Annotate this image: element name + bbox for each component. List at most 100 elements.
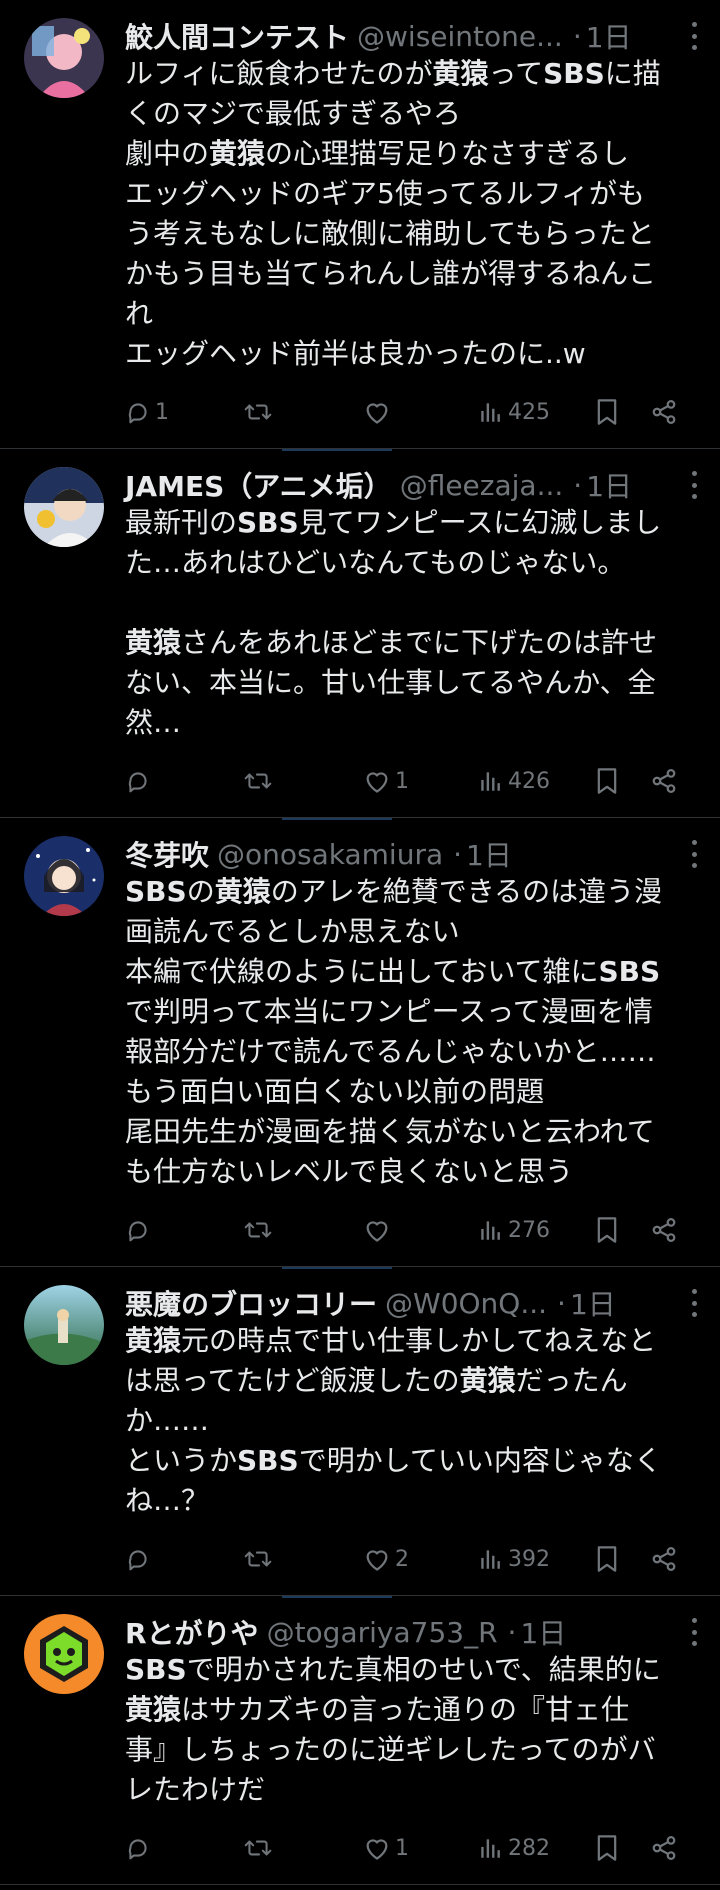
reply-icon xyxy=(125,768,151,794)
text-segment: さんをあれほどまでに下げたのは許せ xyxy=(181,626,658,659)
tweet-text-line: た…あれはひどいなんてものじゃない。 xyxy=(125,543,700,583)
author-name[interactable]: 冬芽吹 xyxy=(125,834,209,874)
text-segment: 尾田先生が漫画を描く気がないと云われて xyxy=(125,1115,655,1148)
separator-dot: · xyxy=(557,1286,566,1320)
tweet-text-line: 尾田先生が漫画を描く気がないと云われて xyxy=(125,1112,700,1152)
avatar[interactable] xyxy=(24,467,104,547)
bookmark-icon xyxy=(595,398,619,426)
tweet-text: 最新刊のSBS見てワンピースに幻滅しまし た…あれはひどいなんてものじゃない。 黄猿… xyxy=(125,503,700,743)
text-segment: ね…？ xyxy=(125,1484,210,1517)
retweet-button[interactable] xyxy=(243,1539,277,1579)
like-button[interactable] xyxy=(363,1210,395,1250)
bookmark-button[interactable] xyxy=(595,1828,619,1868)
share-button[interactable] xyxy=(650,1828,678,1868)
text-segment: 最新刊の xyxy=(125,506,238,539)
highlighted-keyword: 黄猿 xyxy=(125,626,182,659)
retweet-button[interactable] xyxy=(243,761,277,801)
text-segment: の心理描写足りなさすぎるし xyxy=(265,137,630,170)
avatar[interactable] xyxy=(24,1614,104,1694)
heart-icon xyxy=(363,768,391,794)
thread-indicator xyxy=(282,818,392,820)
share-icon xyxy=(650,1216,678,1244)
text-segment: 画読んでるとしか思えない xyxy=(125,915,460,948)
views-button[interactable]: 426 xyxy=(478,761,550,801)
like-button[interactable]: 2 xyxy=(363,1539,409,1579)
tweet-header: Rとがりや @togariya753_R · 1日 xyxy=(125,1612,700,1652)
like-button[interactable] xyxy=(363,392,395,432)
more-icon[interactable] xyxy=(690,1618,698,1646)
analytics-icon xyxy=(478,399,504,425)
tweet-text-line: SBSで明かされた真相のせいで、結果的に xyxy=(125,1650,700,1690)
timestamp[interactable]: 1日 xyxy=(570,1283,616,1323)
author-name[interactable]: 悪魔のブロッコリー xyxy=(125,1283,377,1323)
tweet-card[interactable]: 悪魔のブロッコリー @W0OnQ... · 1日 黄猿元の時点で甘い仕事しかしてねえなと… xyxy=(0,1267,720,1596)
timestamp[interactable]: 1日 xyxy=(466,834,512,874)
separator-dot: · xyxy=(453,837,463,871)
author-name[interactable]: 鮫人間コンテスト xyxy=(125,16,349,56)
more-icon[interactable] xyxy=(690,471,698,499)
retweet-button[interactable] xyxy=(243,392,277,432)
share-button[interactable] xyxy=(650,761,678,801)
author-handle[interactable]: @fleezaja... xyxy=(400,469,564,502)
views-button[interactable]: 392 xyxy=(478,1539,550,1579)
reply-button[interactable]: 1 xyxy=(125,392,169,432)
author-name[interactable]: JAMES（アニメ垢） xyxy=(125,465,392,505)
share-icon xyxy=(650,767,678,795)
bookmark-button[interactable] xyxy=(595,761,619,801)
views-button[interactable]: 276 xyxy=(478,1210,550,1250)
highlighted-keyword: 黄猿 xyxy=(125,1324,182,1357)
retweet-button[interactable] xyxy=(243,1210,277,1250)
tweet-card[interactable]: JAMES（アニメ垢） @fleezaja... · 1日 最新刊のSBS見てワンピース… xyxy=(0,449,720,818)
tweet-card[interactable]: Rとがりや @togariya753_R · 1日 SBSで明かされた真相のせいで、結果… xyxy=(0,1596,720,1885)
tweet-text-line: ない、本当に。甘い仕事してるやんか、全 xyxy=(125,663,700,703)
avatar[interactable] xyxy=(24,1285,104,1365)
timestamp[interactable]: 1日 xyxy=(586,16,632,56)
highlighted-keyword: 黄猿 xyxy=(459,1364,516,1397)
views-button[interactable]: 282 xyxy=(478,1828,550,1868)
avatar[interactable] xyxy=(24,18,104,98)
heart-icon xyxy=(363,1835,391,1861)
reply-button[interactable] xyxy=(125,1828,155,1868)
share-button[interactable] xyxy=(650,392,678,432)
views-count: 392 xyxy=(508,1546,550,1572)
reply-button[interactable] xyxy=(125,761,155,801)
author-handle[interactable]: @togariya753_R xyxy=(267,1616,498,1649)
text-segment: 然… xyxy=(125,706,182,739)
share-icon xyxy=(650,398,678,426)
tweet-card[interactable]: 冬芽吹 @onosakamiura · 1日 SBSの黄猿のアレを絶賛できるのは違う漫画… xyxy=(0,818,720,1267)
tweet-text-line: エッグヘッド前半は良かったのに..w xyxy=(125,334,700,374)
author-handle[interactable]: @wiseintone... xyxy=(357,20,563,53)
text-segment: ルフィに飯食わせたのが xyxy=(125,57,433,90)
author-name[interactable]: Rとがりや xyxy=(125,1612,259,1652)
more-icon[interactable] xyxy=(690,1289,698,1317)
tweet-text: SBSで明かされた真相のせいで、結果的に 黄猿はサカズキの言った通りの『甘ェ仕 事』… xyxy=(125,1650,700,1810)
views-count: 426 xyxy=(508,768,550,794)
timestamp[interactable]: 1日 xyxy=(520,1612,566,1652)
bookmark-button[interactable] xyxy=(595,1210,619,1250)
tweet-card[interactable]: 鮫人間コンテスト @wiseintone... · 1日 ルフィに飯食わせたのが黄猿って… xyxy=(0,0,720,449)
author-handle[interactable]: @onosakamiura xyxy=(217,838,443,871)
bookmark-button[interactable] xyxy=(595,392,619,432)
share-button[interactable] xyxy=(650,1210,678,1250)
views-button[interactable]: 425 xyxy=(478,392,550,432)
avatar[interactable] xyxy=(24,836,104,916)
retweet-button[interactable] xyxy=(243,1828,277,1868)
share-button[interactable] xyxy=(650,1539,678,1579)
text-segment: のアレを絶賛できるのは違う漫 xyxy=(270,875,663,908)
analytics-icon xyxy=(478,768,504,794)
bookmark-button[interactable] xyxy=(595,1539,619,1579)
text-segment: に描 xyxy=(604,57,661,90)
author-handle[interactable]: @W0OnQ... xyxy=(385,1287,547,1320)
like-button[interactable]: 1 xyxy=(363,1828,409,1868)
heart-icon xyxy=(363,1546,391,1572)
views-count: 282 xyxy=(508,1835,550,1861)
reply-button[interactable] xyxy=(125,1539,155,1579)
more-icon[interactable] xyxy=(690,840,698,868)
more-icon[interactable] xyxy=(690,22,698,50)
timestamp[interactable]: 1日 xyxy=(586,465,632,505)
thread-indicator xyxy=(282,1596,392,1598)
like-button[interactable]: 1 xyxy=(363,761,409,801)
reply-button[interactable] xyxy=(125,1210,155,1250)
likes-count: 1 xyxy=(395,768,409,794)
tweet-text-line: 報部分だけで読んでるんじゃないかと…… xyxy=(125,1032,700,1072)
